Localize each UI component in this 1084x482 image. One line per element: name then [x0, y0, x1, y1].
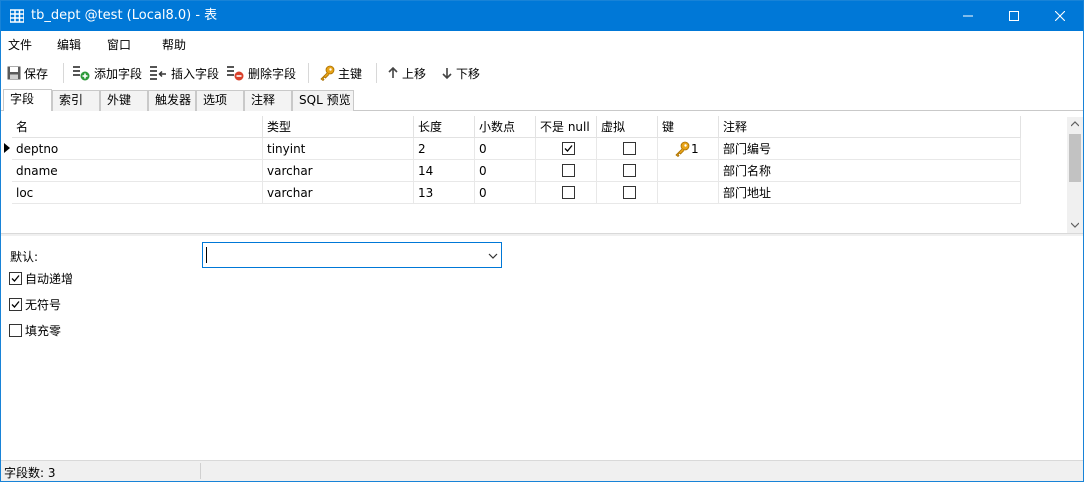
insert-field-button[interactable]: 插入字段 [150, 63, 219, 83]
not-null-checkbox[interactable] [562, 186, 575, 199]
maximize-icon [1009, 11, 1019, 21]
tab-options[interactable]: 选项 [196, 90, 244, 111]
add-field-button[interactable]: 添加字段 [73, 63, 142, 83]
menu-bar: 文件 编辑 窗口 帮助 [1, 32, 1083, 58]
field-name-cell[interactable]: dname [12, 160, 263, 182]
move-up-button[interactable]: 上移 [387, 63, 426, 83]
field-type-cell[interactable]: varchar [263, 160, 414, 182]
not-null-checkbox[interactable] [562, 164, 575, 177]
toolbar-divider [63, 63, 64, 83]
field-comment-cell[interactable]: 部门编号 [719, 138, 1021, 160]
insert-field-icon [150, 66, 166, 80]
column-header-virtual[interactable]: 虚拟 [597, 116, 658, 138]
tab-sql-preview[interactable]: SQL 预览 [292, 90, 354, 111]
virtual-checkbox[interactable] [623, 142, 636, 155]
virtual-checkbox[interactable] [623, 186, 636, 199]
field-decimals-cell[interactable]: 0 [475, 182, 536, 204]
scroll-up-icon [1071, 121, 1079, 127]
menu-window[interactable]: 窗口 [107, 38, 131, 52]
pane-splitter[interactable] [1, 233, 1083, 236]
tab-foreign-keys[interactable]: 外键 [100, 90, 148, 111]
column-header-name[interactable]: 名 [12, 116, 263, 138]
tab-fields[interactable]: 字段 [3, 89, 52, 111]
virtual-checkbox[interactable] [623, 164, 636, 177]
tab-strip: 字段 索引 外键 触发器 选项 注释 SQL 预览 [1, 89, 1083, 111]
status-bar: 字段数: 3 [1, 460, 1083, 481]
save-icon [7, 66, 21, 80]
window-title: tb_dept @test (Local8.0) - 表 [31, 8, 218, 23]
field-name-cell[interactable]: deptno [12, 138, 263, 160]
column-header-decimals[interactable]: 小数点 [475, 116, 536, 138]
add-field-icon [73, 66, 90, 81]
title-bar[interactable]: tb_dept @test (Local8.0) - 表 [1, 1, 1083, 31]
chevron-down-icon [488, 253, 498, 259]
fields-grid: 名 类型 长度 小数点 不是 null 虚拟 键 注释 deptno tinyi… [1, 112, 1083, 233]
delete-field-icon [227, 66, 244, 81]
key-icon [320, 65, 335, 81]
field-length-cell[interactable]: 13 [414, 182, 475, 204]
status-divider [200, 463, 201, 479]
scrollbar-thumb[interactable] [1069, 134, 1081, 182]
field-name-cell[interactable]: loc [12, 182, 263, 204]
close-icon [1055, 11, 1065, 21]
auto-increment-option[interactable]: 自动递增 [9, 270, 73, 286]
tab-triggers[interactable]: 触发器 [148, 90, 196, 111]
field-length-cell[interactable]: 14 [414, 160, 475, 182]
field-length-cell[interactable]: 2 [414, 138, 475, 160]
tab-comment[interactable]: 注释 [244, 90, 292, 111]
move-down-button[interactable]: 下移 [441, 63, 480, 83]
key-order: 1 [691, 142, 699, 156]
delete-field-button[interactable]: 删除字段 [227, 63, 296, 83]
text-cursor [206, 247, 207, 263]
field-count-status: 字段数: 3 [4, 466, 56, 480]
save-button[interactable]: 保存 [7, 63, 48, 83]
minimize-button[interactable] [945, 1, 991, 31]
column-header-type[interactable]: 类型 [263, 116, 414, 138]
column-header-not-null[interactable]: 不是 null [536, 116, 597, 138]
toolbar-divider [376, 63, 377, 83]
field-key-cell[interactable] [658, 160, 719, 182]
field-decimals-cell[interactable]: 0 [475, 138, 536, 160]
auto-increment-checkbox[interactable] [9, 271, 22, 285]
menu-help[interactable]: 帮助 [162, 38, 186, 52]
tab-indexes[interactable]: 索引 [52, 90, 100, 111]
column-header-length[interactable]: 长度 [414, 116, 475, 138]
menu-file[interactable]: 文件 [8, 38, 32, 52]
unsigned-checkbox[interactable] [9, 297, 22, 311]
checkmark-icon [11, 274, 20, 282]
field-type-cell[interactable]: varchar [263, 182, 414, 204]
field-comment-cell[interactable]: 部门名称 [719, 160, 1021, 182]
grid-vertical-scrollbar[interactable] [1067, 117, 1083, 233]
field-properties-pane [1, 237, 1083, 459]
toolbar-divider [308, 63, 309, 83]
not-null-checkbox[interactable] [562, 142, 575, 155]
field-type-cell[interactable]: tinyint [263, 138, 414, 160]
minimize-icon [963, 15, 973, 17]
unsigned-option[interactable]: 无符号 [9, 296, 61, 312]
maximize-button[interactable] [991, 1, 1037, 31]
close-button[interactable] [1037, 1, 1083, 31]
zerofill-checkbox[interactable] [9, 323, 22, 337]
field-key-cell[interactable] [658, 182, 719, 204]
table-designer-window: tb_dept @test (Local8.0) - 表 文件 编辑 窗口 帮助… [0, 0, 1084, 482]
zerofill-option[interactable]: 填充零 [9, 322, 61, 338]
default-label: 默认: [10, 250, 39, 264]
default-value-combobox[interactable] [202, 242, 502, 268]
primary-key-button[interactable]: 主键 [319, 63, 362, 83]
current-row-indicator-icon [4, 143, 10, 153]
field-comment-cell[interactable]: 部门地址 [719, 182, 1021, 204]
table-icon [9, 9, 25, 23]
column-header-key[interactable]: 键 [658, 116, 719, 138]
checkmark-icon [564, 145, 573, 152]
scroll-down-icon [1071, 222, 1079, 228]
checkmark-icon [11, 300, 20, 308]
field-decimals-cell[interactable]: 0 [475, 160, 536, 182]
arrow-down-icon [442, 68, 452, 80]
column-header-comment[interactable]: 注释 [719, 116, 1021, 138]
arrow-up-icon [388, 66, 398, 78]
toolbar: 保存 添加字段 插入字段 删除字段 主键 上移 下移 [1, 59, 1083, 87]
menu-edit[interactable]: 编辑 [57, 38, 81, 52]
